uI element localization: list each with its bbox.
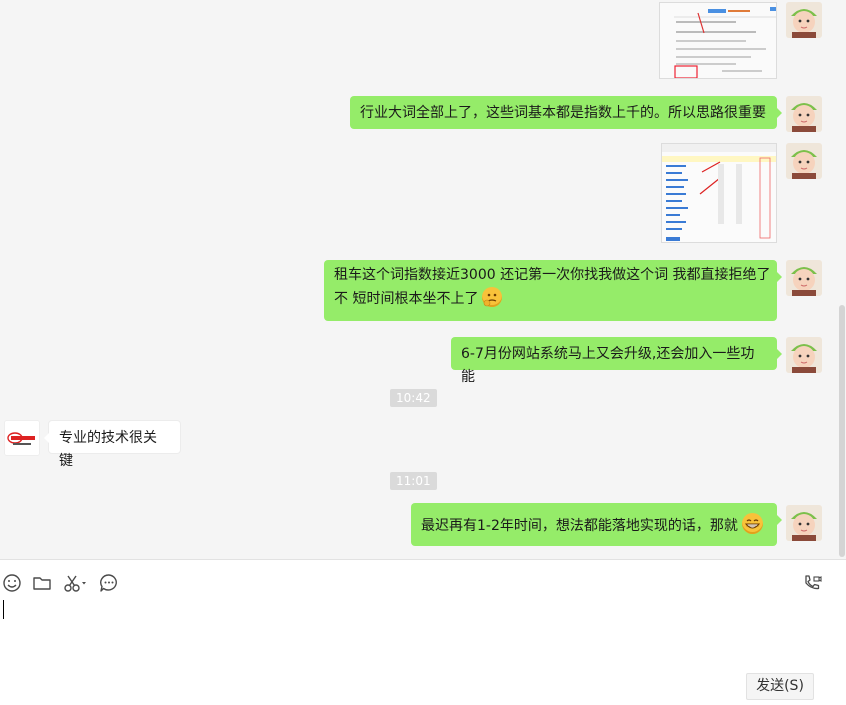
baby-avatar-icon [786,260,822,296]
folder-icon[interactable] [31,572,53,594]
chat-history[interactable]: 行业大词全部上了，这些词基本都是指数上千的。所以思路很重要 租车这个词指数接近3… [0,0,846,559]
message-input[interactable] [4,598,824,668]
video-call-icon[interactable] [801,572,823,594]
my-avatar[interactable] [786,505,822,541]
message-bubble-mine[interactable]: 6-7月份网站系统马上又会升级,还会加入一些功能 [451,337,782,385]
baby-avatar-icon [786,2,822,38]
screenshot-thumbnail [662,144,776,242]
image-message-screenshot-2[interactable] [661,143,777,243]
my-avatar[interactable] [786,337,822,373]
message-bubble-other[interactable]: 专业的技术很关键 [44,420,181,469]
chat-history-icon[interactable] [98,572,120,594]
timestamp: 11:01 [390,472,437,490]
scissors-icon[interactable] [62,572,90,594]
baby-avatar-icon [786,505,822,541]
message-text-line-1: 租车这个词指数接近3000 还记第一次你找我做这个词 我都直接拒绝了 [334,267,771,283]
timestamp: 10:42 [390,389,437,407]
message-line-2: 不 短时间根本坐不上了 [334,287,767,311]
contact-avatar[interactable] [4,420,40,456]
company-logo-icon [5,421,39,455]
message-text: 最迟再有1-2年时间，想法都能落地实现的话，那就 [421,518,738,534]
grin-emoji-icon [741,513,763,534]
baby-avatar-icon [786,143,822,179]
message-text: 6-7月份网站系统马上又会升级,还会加入一些功能 [461,346,755,385]
message-bubble-mine[interactable]: 行业大词全部上了，这些词基本都是指数上千的。所以思路很重要 [350,96,782,129]
message-input-area[interactable]: 发送(S) [0,560,846,705]
message-text-line-2: 不 短时间根本坐不上了 [334,291,479,307]
message-text: 行业大词全部上了，这些词基本都是指数上千的。所以思路很重要 [360,105,766,121]
my-avatar[interactable] [786,2,822,38]
my-avatar[interactable] [786,96,822,132]
my-avatar[interactable] [786,143,822,179]
message-bubble-mine[interactable]: 租车这个词指数接近3000 还记第一次你找我做这个词 我都直接拒绝了 不 短时间… [324,260,782,321]
my-avatar[interactable] [786,260,822,296]
baby-avatar-icon [786,96,822,132]
thinking-emoji-icon [482,287,503,307]
baby-avatar-icon [786,337,822,373]
send-button[interactable]: 发送(S) [746,673,814,700]
image-message-screenshot-1[interactable] [659,2,777,79]
message-bubble-mine[interactable]: 最迟再有1-2年时间，想法都能落地实现的话，那就 [411,503,782,546]
chat-scrollbar[interactable] [839,305,845,557]
smiley-icon[interactable] [1,572,23,594]
message-text: 专业的技术很关键 [59,430,157,469]
screenshot-thumbnail [660,3,776,78]
